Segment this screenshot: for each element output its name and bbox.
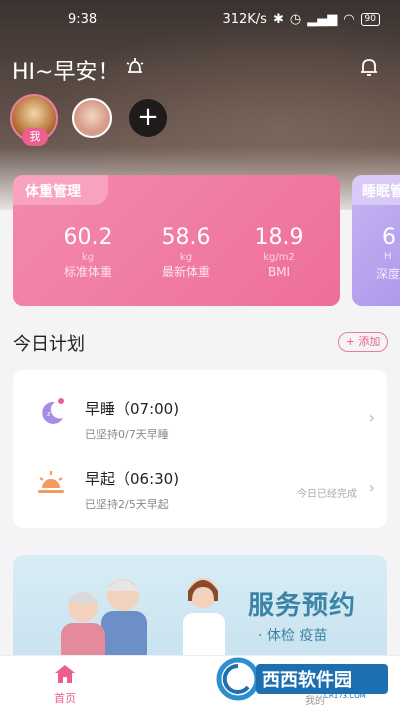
banner-title: 服务预约 <box>248 591 357 621</box>
status-bar: 9:38 312K/s ✱ ◷ ▂▄▆ ◠ 90 <box>0 10 400 32</box>
chevron-right-icon: › <box>368 408 375 427</box>
plan-item-name: 早起（06:30) <box>85 470 180 488</box>
plan-item-wake[interactable]: 早起（06:30) 已坚持2/5天早起 今日已经完成 › <box>13 448 387 518</box>
stat-value: 58.6 <box>161 225 211 250</box>
banner-line1: · 体检 疫苗 <box>258 628 328 644</box>
stat-label: 最新体重 <box>161 265 210 279</box>
wifi-icon: ◠ <box>343 12 355 27</box>
stat-standard-weight: 60.2 kg 标准体重 <box>38 225 138 280</box>
plan-item-sleep[interactable]: z 早睡（07:00) 已坚持0/7天早睡 › <box>13 378 387 448</box>
family-avatar[interactable] <box>72 98 112 138</box>
plan-item-name: 早睡（07:00) <box>85 400 180 418</box>
moon-icon: z <box>35 396 67 428</box>
add-plan-button[interactable]: + 添加 <box>338 332 388 352</box>
stat-unit: kg/m2 <box>263 252 295 263</box>
stat-unit: kg <box>179 252 193 263</box>
stat-label: 标准体重 <box>63 265 112 279</box>
sleep-card-title: 睡眠管 <box>352 175 400 205</box>
weight-card[interactable]: 体重管理 60.2 kg 标准体重 58.6 kg 最新体重 18.9 kg/m… <box>13 175 340 306</box>
plan-item-progress: 已坚持0/7天早睡 <box>85 428 169 441</box>
service-banner[interactable]: 服务预约 · 体检 疫苗 <box>13 555 387 665</box>
stat-bmi: 18.9 kg/m2 BMI <box>229 225 329 280</box>
nav-home-label: 首页 <box>54 692 76 705</box>
signal-icon: ▂▄▆ <box>307 12 338 27</box>
stat-value: 60.2 <box>63 225 113 250</box>
net-speed: 312K/s <box>222 12 267 27</box>
me-badge: 我 <box>22 128 48 146</box>
sleep-card[interactable]: 睡眠管 6 H 深度 <box>352 175 400 306</box>
stat-label: BMI <box>267 265 291 279</box>
sunrise-icon <box>35 466 67 498</box>
watermark-sub: CR173.COM <box>324 692 366 700</box>
stat-value: 18.9 <box>254 225 304 250</box>
bluetooth-icon: ✱ <box>272 12 284 27</box>
elderly-couple-illustration <box>61 578 225 665</box>
status-time: 9:38 <box>68 12 98 27</box>
sleep-value: 6 <box>382 225 396 250</box>
battery-icon: 90 <box>360 13 380 26</box>
stat-unit: kg <box>81 252 95 263</box>
add-member-button[interactable]: + <box>129 99 167 137</box>
clock-icon: ◷ <box>289 12 302 27</box>
home-icon <box>55 665 75 683</box>
plan-item-status: 今日已经完成 <box>297 489 357 500</box>
watermark-text: 西西软件园 <box>262 670 352 691</box>
plan-item-progress: 已坚持2/5天早起 <box>85 498 169 511</box>
sleep-label: 深度 <box>376 267 400 281</box>
weight-card-title: 体重管理 <box>13 175 108 205</box>
sleep-unit: H <box>384 251 392 262</box>
greeting: HI~早安！ <box>12 60 120 85</box>
stat-latest-weight: 58.6 kg 最新体重 <box>136 225 236 280</box>
nav-home[interactable]: 首页 <box>45 664 85 706</box>
chevron-right-icon: › <box>368 478 375 497</box>
plan-title: 今日计划 <box>13 334 85 355</box>
watermark-logo: 西西软件园 CR173.COM <box>216 656 392 702</box>
plan-card: z 早睡（07:00) 已坚持0/7天早睡 › 早起（06:30) 已坚持2/5… <box>13 370 387 528</box>
bell-icon[interactable] <box>358 56 380 82</box>
svg-text:z: z <box>47 410 51 418</box>
alarm-icon[interactable] <box>124 55 146 81</box>
